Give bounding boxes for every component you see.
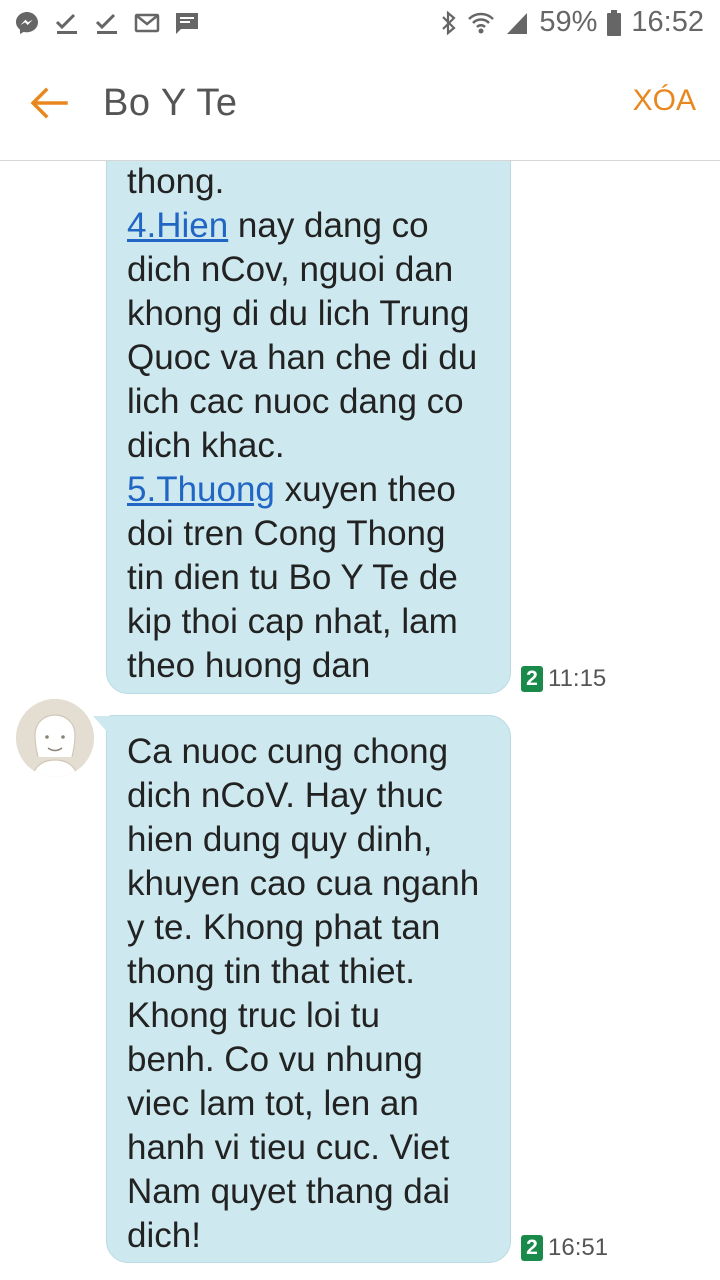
message-line: y te. Khong phat tan [127, 908, 441, 947]
message-line: 5.Thuong xuyen theo [127, 470, 456, 509]
message-icon [176, 13, 198, 34]
conversation-title: Bo Y Te [103, 82, 238, 124]
delete-button[interactable]: XÓA [633, 84, 696, 118]
sim-badge: 2 [521, 666, 543, 692]
message-line: Ca nuoc cung chong [127, 732, 449, 771]
message-time: 11:15 [548, 665, 607, 692]
message-line: khong di du lich Trung [127, 294, 470, 333]
status-bar: 59% 16:52 [0, 0, 720, 48]
message-bubble[interactable]: thong. 4.Hien nay dang co dich nCov, ngu… [106, 161, 511, 694]
message-line: hanh vi tieu cuc. Viet [127, 1128, 450, 1167]
message-line: 4.Hien nay dang co [127, 206, 429, 245]
message-line: lich cac nuoc dang co [127, 382, 464, 421]
message-line: Nam quyet thang dai [127, 1172, 450, 1211]
message-line: Khong truc loi tu [127, 996, 380, 1035]
message-meta: 2 16:51 [521, 1234, 608, 1262]
app-bar: Bo Y Te XÓA [0, 48, 720, 162]
message-bubble[interactable]: Ca nuoc cung chong dich nCoV. Hay thuc h… [93, 715, 511, 1263]
message-link[interactable]: 4.Hien [127, 206, 228, 245]
system-status: 59% 16:52 [441, 6, 704, 39]
message-meta: 2 11:15 [521, 665, 606, 693]
message-line: dich khac. [127, 426, 285, 465]
message-line: hien dung quy dinh, [127, 820, 433, 859]
message-line: dich! [127, 1216, 201, 1255]
message-line: thong. [127, 162, 225, 201]
back-arrow-icon[interactable] [26, 80, 72, 126]
message-line: benh. Co vu nhung [127, 1040, 423, 1079]
message-line: Quoc va han che di du [127, 338, 478, 377]
message-line: dich nCoV. Hay thuc [127, 776, 443, 815]
person-avatar-icon [16, 699, 94, 777]
message-line: dich nCov, nguoi dan [127, 250, 454, 289]
messenger-icon [16, 12, 38, 34]
message-line: kip thoi cap nhat, lam [127, 602, 458, 641]
battery-icon [607, 9, 622, 36]
message-line: thong tin that thiet. [127, 952, 415, 991]
message-time: 16:51 [548, 1234, 609, 1261]
signal-icon [507, 12, 528, 34]
notification-icons [14, 10, 200, 36]
clock: 16:52 [631, 6, 704, 38]
message-link[interactable]: 5.Thuong [127, 470, 275, 509]
wifi-icon [468, 12, 495, 33]
message-line: theo huong dan [127, 646, 371, 685]
sim-badge: 2 [521, 1235, 543, 1261]
battery-percent: 59% [539, 6, 598, 38]
bluetooth-icon [442, 10, 457, 35]
message-list[interactable]: thong. 4.Hien nay dang co dich nCov, ngu… [0, 161, 720, 1280]
checkmark-icon [55, 13, 77, 34]
checkmark-icon [95, 13, 117, 34]
message-line: doi tren Cong Thong [127, 514, 446, 553]
avatar[interactable] [16, 699, 94, 777]
mail-icon [134, 13, 160, 33]
message-line: khuyen cao cua nganh [127, 864, 480, 903]
message-line: tin dien tu Bo Y Te de [127, 558, 458, 597]
message-line: viec lam tot, len an [127, 1084, 419, 1123]
